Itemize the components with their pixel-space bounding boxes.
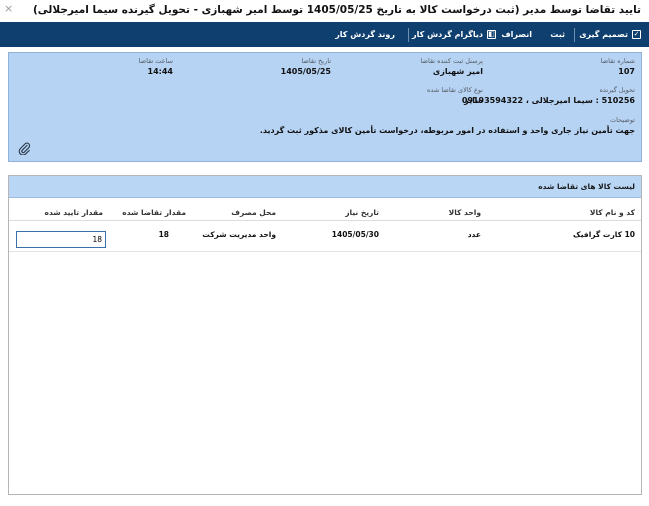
cell-unit: عدد [467, 230, 481, 239]
registrant-field: پرسنل ثبت کننده تقاضا امیر شهبازی [421, 57, 484, 76]
toolbar-divider [408, 28, 409, 42]
table-header-row: کد و نام کالا واحد کالا تاریخ نیاز محل م… [9, 203, 641, 221]
approved-qty-input[interactable] [16, 231, 106, 248]
request-number-value: 107 [618, 67, 635, 76]
checkbox-icon: ✓ [632, 30, 641, 39]
notes-label: توضیحات [610, 116, 635, 124]
request-number-label: شماره تقاضا [600, 57, 635, 65]
col-code-name: کد و نام کالا [589, 208, 635, 217]
receiver-label: تحویل گیرنده [599, 86, 635, 94]
registrant-label: پرسنل ثبت کننده تقاضا [420, 57, 484, 65]
decision-button[interactable]: ✓ تصمیم گیری [579, 22, 641, 47]
diagram-icon: ◧ [487, 30, 496, 39]
window-titlebar: تایید تقاضا توسط مدیر (ثبت درخواست کالا … [0, 0, 649, 22]
submit-label: ثبت [550, 30, 565, 39]
cell-code-name: 10 کارت گرافیک [573, 230, 635, 239]
window-title: تایید تقاضا توسط مدیر (ثبت درخواست کالا … [33, 4, 641, 16]
request-number-field: شماره تقاضا 107 [601, 57, 635, 76]
request-date-value: 1405/05/25 [280, 67, 331, 76]
cell-usage-place: واحد مدیریت شرکت [202, 230, 276, 239]
workflow-process-button[interactable]: روند گردش کار [335, 22, 395, 47]
receiver-value: 510256 : سیما امیرجلالی ، 09193594322 [461, 96, 635, 105]
col-unit: واحد کالا [448, 208, 481, 217]
cancel-button[interactable]: انصراف [501, 22, 532, 47]
registrant-value: امیر شهبازی [432, 67, 483, 76]
notes-field: توضیحات جهت تأمین نیاز جاری واحد و استفا… [260, 116, 635, 135]
request-time-field: ساعت تقاضا 14:44 [139, 57, 173, 76]
decision-label: تصمیم گیری [579, 30, 628, 39]
table-row: 10 کارت گرافیک عدد 1405/05/30 واحد مدیری… [9, 222, 641, 252]
col-approved-qty: مقدار تایید شده [44, 208, 103, 217]
cell-requested-qty: 18 [158, 230, 169, 239]
request-date-field: تاریخ تقاضا 1405/05/25 [281, 57, 331, 76]
submit-button[interactable]: ثبت [550, 22, 565, 47]
col-usage-place: محل مصرف [231, 208, 276, 217]
goods-type-label: نوع کالای تقاضا شده [427, 86, 483, 94]
paperclip-icon[interactable] [17, 141, 31, 155]
notes-value: جهت تأمین نیاز جاری واحد و استفاده در ام… [259, 126, 635, 135]
cell-need-date: 1405/05/30 [331, 230, 379, 239]
col-requested-qty: مقدار تقاضا شده [122, 208, 186, 217]
workflow-diagram-label: دیاگرام گردش کار [412, 30, 483, 39]
requested-items-title: لیست کالا های تقاضا شده [9, 176, 641, 198]
request-time-label: ساعت تقاضا [138, 57, 173, 65]
toolbar: ✓ تصمیم گیری ثبت انصراف ◧ دیاگرام گردش ک… [0, 22, 649, 47]
request-date-label: تاریخ تقاضا [301, 57, 331, 65]
request-time-value: 14:44 [147, 67, 173, 76]
col-need-date: تاریخ نیاز [345, 208, 379, 217]
close-icon[interactable]: × [4, 2, 13, 15]
request-info-panel: شماره تقاضا 107 پرسنل ثبت کننده تقاضا ام… [8, 52, 642, 162]
toolbar-divider [574, 28, 575, 42]
workflow-diagram-button[interactable]: ◧ دیاگرام گردش کار [412, 22, 496, 47]
cancel-label: انصراف [501, 30, 532, 39]
goods-type-value: سایر [464, 96, 483, 105]
goods-type-field: نوع کالای تقاضا شده سایر [427, 86, 483, 105]
requested-items-panel: لیست کالا های تقاضا شده کد و نام کالا وا… [8, 175, 642, 495]
receiver-field: تحویل گیرنده 510256 : سیما امیرجلالی ، 0… [462, 86, 635, 105]
workflow-process-label: روند گردش کار [335, 30, 395, 39]
